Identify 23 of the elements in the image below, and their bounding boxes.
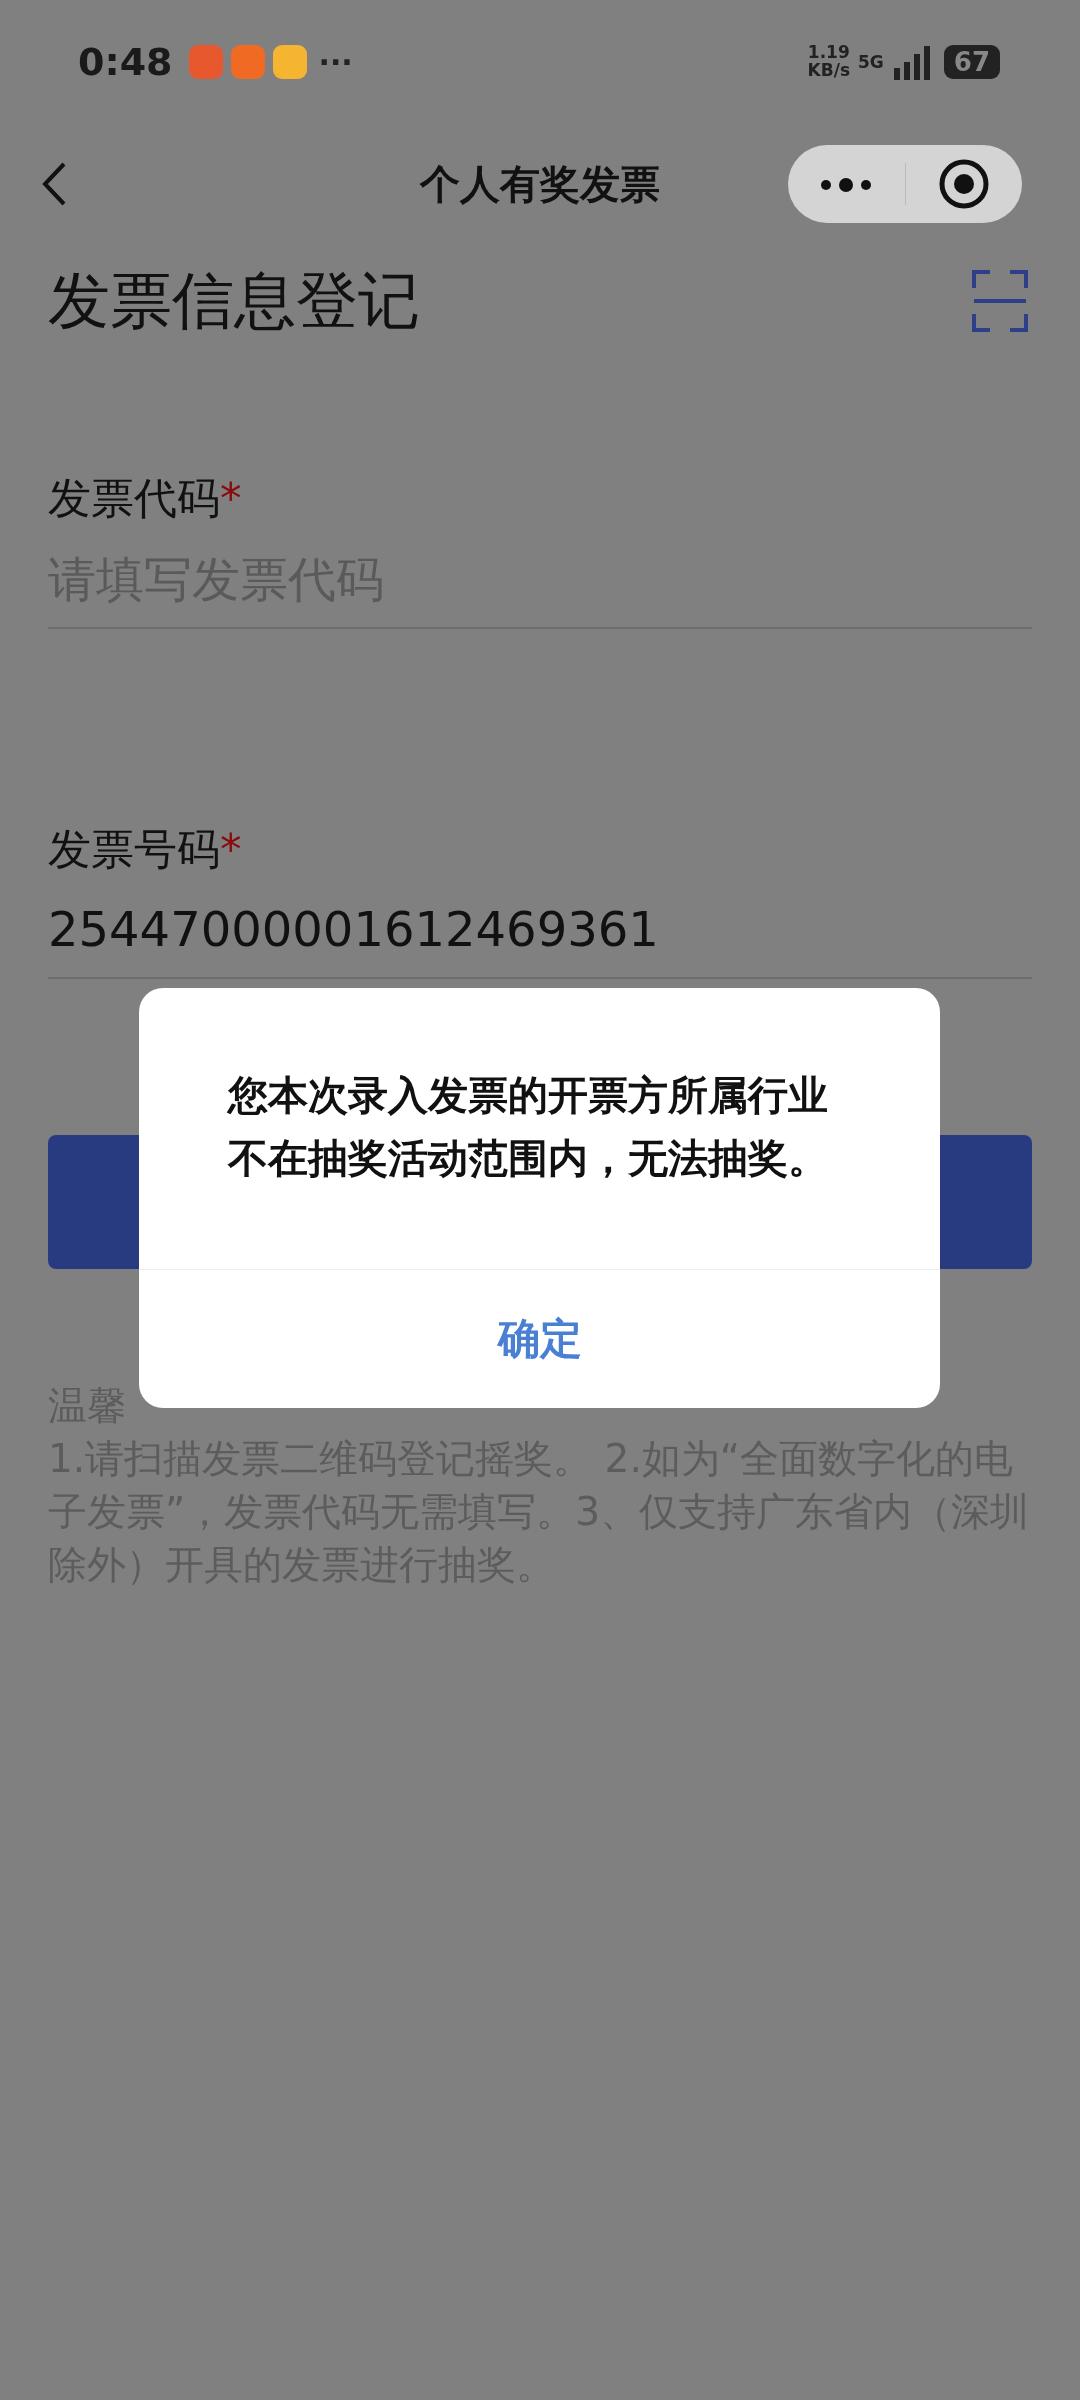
back-button[interactable] [40,161,68,207]
app-icon [230,45,265,79]
page-title: 个人有奖发票 [420,160,660,209]
status-time: 0:48 [78,38,173,86]
field-label: 发票号码 [48,822,220,876]
speed-unit: KB/s [807,62,850,80]
form-title: 发票信息登记 [48,264,420,339]
app-icon [272,45,307,79]
required-mark: * [220,472,242,526]
battery-level: 67 [943,45,1000,79]
field-label: 发票代码 [48,472,220,526]
more-icon [819,176,874,193]
network-speed: 1.19 [807,44,850,62]
network-type: 5G [858,53,884,71]
scan-icon [972,270,1028,333]
app-icon [188,45,223,79]
input-field[interactable]: 25447000001612469361 [48,887,1032,980]
dialog-message: 您本次录入发票的开票方所属行业不在抽奖活动范围内，无法抽奖。 [227,1071,829,1183]
confirm-button[interactable]: 确定 [139,1270,940,1407]
scan-button[interactable] [972,270,1028,333]
required-mark: * [220,822,242,876]
back-icon [40,161,68,207]
more-notifications: ··· [318,43,353,82]
